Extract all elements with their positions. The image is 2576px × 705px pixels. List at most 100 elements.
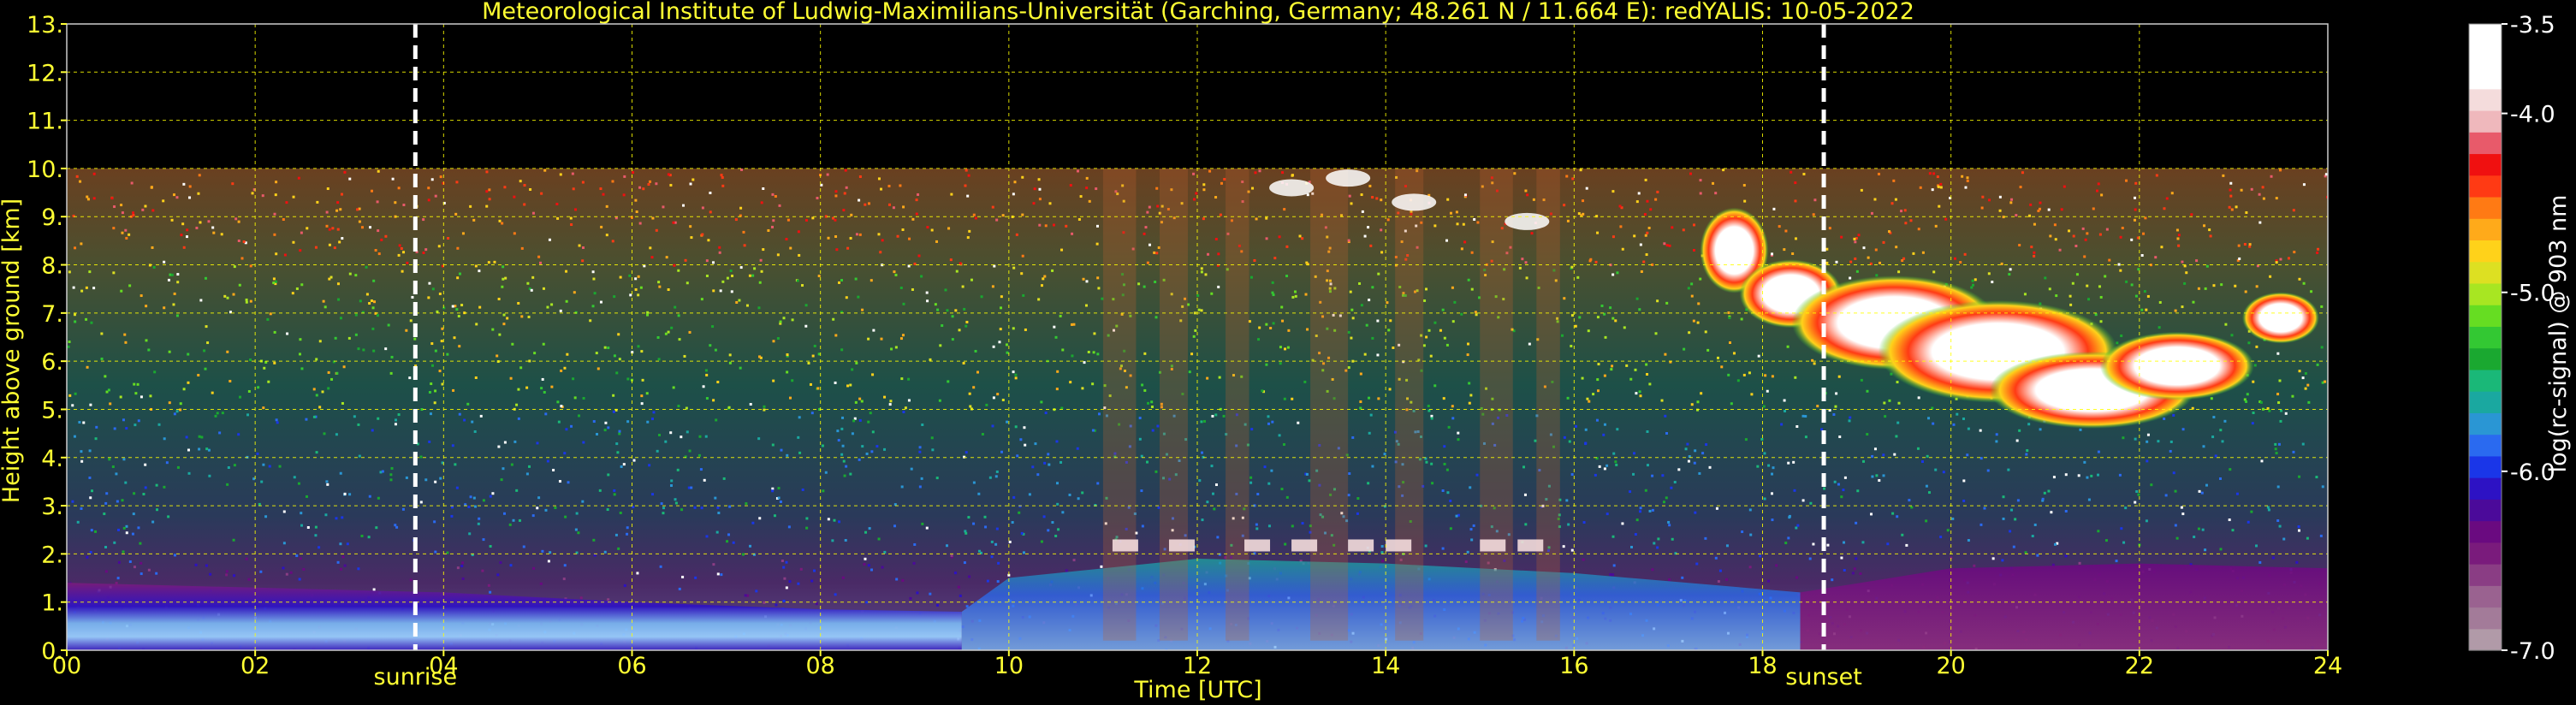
noise-speck xyxy=(1718,569,1722,572)
noise-speck xyxy=(912,561,916,565)
y-tick-label: 7. xyxy=(41,301,63,328)
noise-speck xyxy=(525,472,529,476)
noise-speck xyxy=(717,512,721,515)
noise-speck xyxy=(1056,370,1059,373)
noise-speck xyxy=(1279,346,1282,349)
noise-speck xyxy=(2119,235,2122,239)
noise-speck xyxy=(1350,308,1354,311)
noise-speck xyxy=(789,246,792,250)
noise-speck xyxy=(472,496,476,500)
noise-speck xyxy=(732,541,735,544)
noise-speck xyxy=(786,453,789,457)
noise-speck xyxy=(881,239,884,242)
colorbar-segment xyxy=(2469,499,2502,522)
noise-speck xyxy=(200,435,204,439)
noise-speck xyxy=(1202,419,1206,423)
noise-speck xyxy=(921,522,924,525)
noise-speck xyxy=(785,238,788,241)
noise-speck xyxy=(721,184,725,187)
noise-speck xyxy=(1566,396,1570,400)
noise-speck xyxy=(716,572,720,576)
noise-speck xyxy=(334,336,337,340)
noise-speck xyxy=(1000,295,1003,299)
noise-speck xyxy=(312,415,316,418)
noise-speck xyxy=(446,352,449,356)
noise-speck xyxy=(1380,251,1384,254)
noise-speck xyxy=(477,522,480,525)
noise-speck xyxy=(2134,501,2137,504)
noise-speck xyxy=(2224,323,2228,326)
noise-speck xyxy=(639,286,643,289)
noise-speck xyxy=(1873,198,1877,201)
colorbar-segment xyxy=(2469,434,2502,457)
noise-speck xyxy=(1392,346,1395,349)
noise-speck xyxy=(179,408,182,412)
noise-speck xyxy=(2237,244,2241,247)
noise-speck xyxy=(916,591,919,595)
noise-speck xyxy=(782,599,786,602)
noise-speck xyxy=(2243,242,2247,246)
noise-speck xyxy=(1840,495,1843,499)
noise-speck xyxy=(1961,175,1964,178)
noise-speck xyxy=(487,261,490,264)
noise-speck xyxy=(1748,508,1752,512)
noise-speck xyxy=(999,328,1002,331)
noise-speck xyxy=(214,414,217,418)
noise-speck xyxy=(360,534,364,537)
noise-speck xyxy=(929,358,932,361)
noise-speck xyxy=(233,464,236,467)
noise-speck xyxy=(658,285,662,288)
noise-speck xyxy=(2158,300,2162,304)
noise-speck xyxy=(2130,238,2134,241)
noise-speck xyxy=(2120,334,2123,337)
noise-speck xyxy=(785,586,788,589)
noise-speck xyxy=(119,395,122,399)
noise-speck xyxy=(1625,364,1629,367)
noise-speck xyxy=(785,560,788,564)
noise-speck xyxy=(1012,327,1015,330)
noise-speck xyxy=(384,234,388,238)
noise-speck xyxy=(401,507,405,511)
noise-speck xyxy=(831,539,834,542)
noise-speck xyxy=(567,481,570,484)
noise-speck xyxy=(409,578,413,582)
noise-speck xyxy=(1634,533,1637,536)
noise-speck xyxy=(2204,287,2207,290)
noise-speck xyxy=(947,227,951,230)
noise-speck xyxy=(1886,542,1890,546)
noise-speck xyxy=(1071,232,1074,235)
noise-speck xyxy=(1927,491,1931,495)
noise-speck xyxy=(622,463,626,466)
noise-speck xyxy=(591,270,595,274)
noise-speck xyxy=(1371,196,1374,199)
noise-speck xyxy=(536,507,539,510)
noise-speck xyxy=(94,437,98,441)
noise-speck xyxy=(815,602,818,606)
noise-speck xyxy=(300,283,304,287)
noise-speck xyxy=(1623,326,1626,329)
noise-speck xyxy=(779,500,782,503)
noise-speck xyxy=(712,563,715,566)
noise-speck xyxy=(458,412,461,416)
noise-speck xyxy=(1253,258,1256,262)
noise-speck xyxy=(2200,491,2204,495)
noise-speck xyxy=(1200,267,1203,270)
noise-speck xyxy=(1297,421,1300,424)
noise-speck xyxy=(540,387,543,390)
noise-speck xyxy=(1348,472,1351,476)
noise-speck xyxy=(377,229,380,233)
noise-speck xyxy=(1077,497,1080,501)
noise-speck xyxy=(376,200,379,204)
noise-speck xyxy=(302,567,306,571)
noise-speck xyxy=(299,338,302,341)
noise-speck xyxy=(611,240,614,243)
noise-speck xyxy=(2053,542,2057,546)
noise-speck xyxy=(1611,273,1615,276)
noise-speck xyxy=(249,299,252,303)
noise-speck xyxy=(274,193,277,197)
noise-speck xyxy=(904,406,907,410)
noise-speck xyxy=(1305,472,1309,476)
noise-speck xyxy=(258,502,261,506)
noise-speck xyxy=(2008,273,2011,276)
noise-speck xyxy=(985,403,988,406)
